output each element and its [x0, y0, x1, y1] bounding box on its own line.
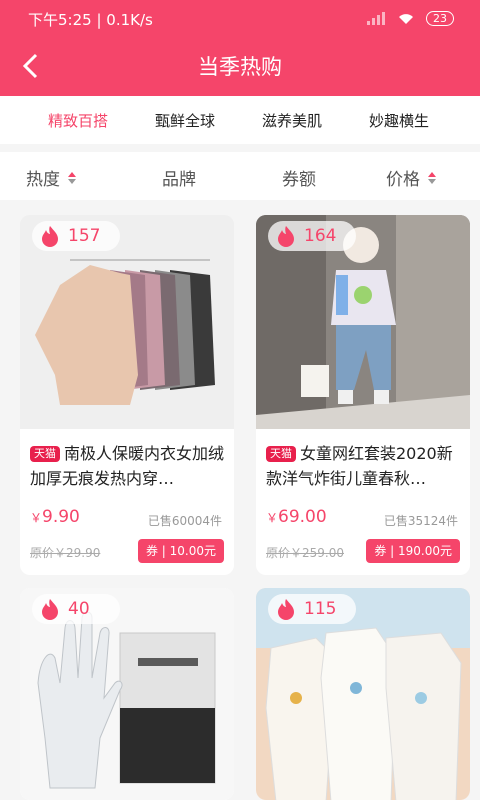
- product-card[interactable]: 115: [256, 588, 470, 800]
- price-value: 69.00: [278, 507, 327, 527]
- heat-badge: 115: [268, 594, 356, 624]
- product-image[interactable]: 115: [256, 588, 470, 800]
- product-name: 天猫 女童网红套装2020新款洋气炸街儿童春秋…: [266, 441, 462, 491]
- heat-count: 115: [304, 599, 337, 619]
- tmall-tag: 天猫: [266, 446, 296, 462]
- price-value: 9.90: [42, 507, 80, 527]
- heat-badge: 40: [32, 594, 120, 624]
- product-image[interactable]: 164: [256, 215, 470, 429]
- tmall-tag: 天猫: [30, 446, 60, 462]
- product-price: ￥69.00: [266, 507, 327, 527]
- sold-count: 已售35124件: [383, 514, 458, 528]
- original-price: 原价￥259.00: [266, 546, 344, 560]
- heat-count: 157: [68, 226, 101, 246]
- sort-price[interactable]: 价格: [386, 165, 436, 190]
- product-price: ￥9.90: [30, 507, 80, 527]
- nav-bar: 当季热购: [0, 36, 480, 96]
- flame-icon: [42, 599, 58, 620]
- coupon-button[interactable]: 券 | 10.00元: [137, 539, 224, 563]
- wifi-icon: [399, 14, 413, 24]
- product-card[interactable]: 157 天猫 南极人保暖内衣女加绒加厚无痕发热内穿… ￥9.90 已售60004件…: [20, 215, 234, 575]
- status-icons: 23: [366, 9, 454, 27]
- heat-count: 40: [68, 599, 90, 619]
- sort-heat-label: 热度: [26, 170, 60, 190]
- flame-icon: [278, 599, 294, 620]
- sort-coupon[interactable]: 券额: [282, 165, 316, 190]
- product-image[interactable]: 40: [20, 588, 234, 800]
- original-price: 原价￥29.90: [30, 546, 101, 560]
- category-tabs: 精致百搭 甄鲜全球 滋养美肌 妙趣横生: [0, 96, 480, 144]
- product-name: 天猫 南极人保暖内衣女加绒加厚无痕发热内穿…: [30, 441, 226, 491]
- sort-arrows-icon: [68, 171, 76, 184]
- sort-arrows-icon: [428, 171, 436, 184]
- sold-count: 已售60004件: [147, 514, 222, 528]
- status-bar: 下午5:25 | 0.1K/s 23: [0, 0, 480, 36]
- sort-brand-label: 品牌: [162, 170, 196, 190]
- flame-icon: [42, 226, 58, 247]
- heat-badge: 157: [32, 221, 120, 251]
- battery-badge: 23: [426, 10, 454, 26]
- signal-icon: [367, 12, 385, 25]
- sort-coupon-label: 券额: [282, 170, 316, 190]
- tab-ziyang[interactable]: 滋养美肌: [262, 110, 322, 131]
- sort-heat[interactable]: 热度: [26, 165, 76, 190]
- app-header: 下午5:25 | 0.1K/s 23 当季热购: [0, 0, 480, 96]
- tab-zhenxian[interactable]: 甄鲜全球: [155, 110, 215, 131]
- page-title: 当季热购: [198, 55, 282, 79]
- product-card[interactable]: 164 天猫 女童网红套装2020新款洋气炸街儿童春秋… ￥69.00 已售351…: [256, 215, 470, 575]
- flame-icon: [278, 226, 294, 247]
- sort-price-label: 价格: [386, 170, 420, 190]
- coupon-button[interactable]: 券 | 190.00元: [366, 539, 460, 563]
- tab-miaoqu[interactable]: 妙趣横生: [369, 110, 429, 131]
- tab-jingzhi[interactable]: 精致百搭: [48, 110, 108, 131]
- sort-brand[interactable]: 品牌: [162, 165, 196, 190]
- sort-bar: 热度 品牌 券额 价格: [0, 152, 480, 200]
- product-image[interactable]: 157: [20, 215, 234, 429]
- status-time-speed: 下午5:25 | 0.1K/s: [28, 11, 153, 29]
- product-card[interactable]: 40: [20, 588, 234, 800]
- heat-badge: 164: [268, 221, 356, 251]
- heat-count: 164: [304, 226, 337, 246]
